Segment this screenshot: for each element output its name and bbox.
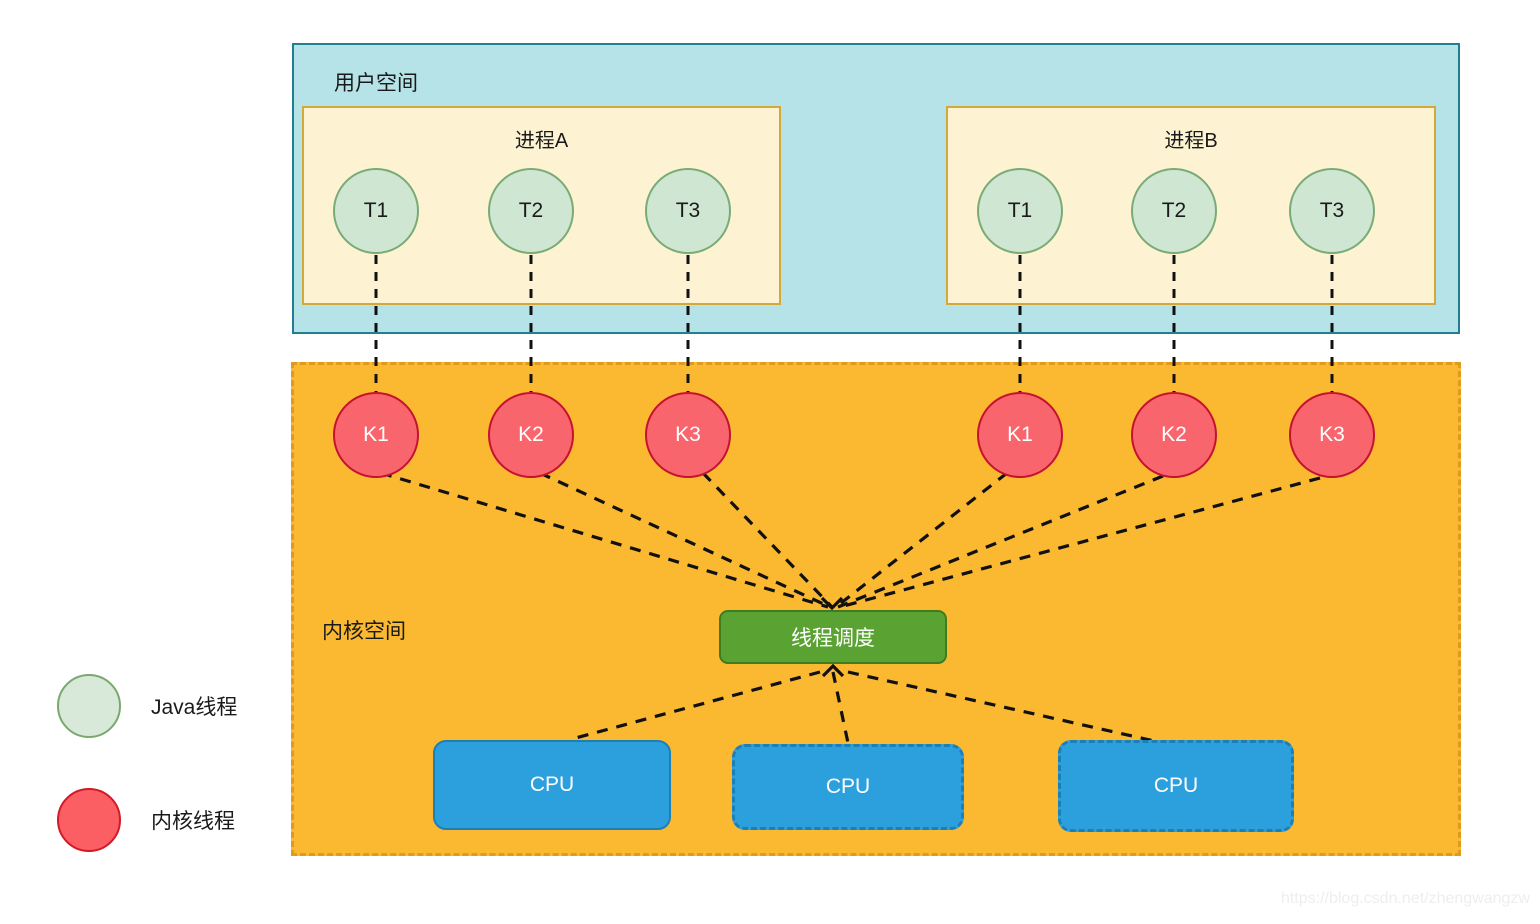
watermark-text: https://blog.csdn.net/zhengwangzw — [1280, 890, 1530, 907]
kernel-thread-a-k1[interactable]: K1 — [333, 392, 419, 478]
cpu-box-3[interactable]: CPU — [1058, 740, 1294, 832]
kernel-thread-swatch-icon — [57, 788, 121, 852]
cpu-box-2[interactable]: CPU — [732, 744, 964, 830]
legend-label-java-thread: Java线程 — [151, 696, 238, 719]
kernel-space-label: 内核空间 — [322, 620, 406, 643]
java-thread-b-t2[interactable]: T2 — [1131, 168, 1217, 254]
legend-item-java-thread: Java线程 — [57, 674, 237, 738]
java-thread-a-t2[interactable]: T2 — [488, 168, 574, 254]
cpu-box-1[interactable]: CPU — [433, 740, 671, 830]
java-thread-b-t1[interactable]: T1 — [977, 168, 1063, 254]
user-space-label: 用户空间 — [334, 72, 418, 95]
legend-item-kernel-thread: 内核线程 — [57, 788, 235, 852]
thread-scheduler-box[interactable]: 线程调度 — [719, 610, 947, 664]
java-thread-a-t3[interactable]: T3 — [645, 168, 731, 254]
kernel-thread-b-k3[interactable]: K3 — [1289, 392, 1375, 478]
java-thread-swatch-icon — [57, 674, 121, 738]
process-a-title: 进程A — [514, 130, 569, 152]
java-thread-b-t3[interactable]: T3 — [1289, 168, 1375, 254]
process-b-title: 进程B — [1164, 130, 1218, 152]
java-thread-a-t1[interactable]: T1 — [333, 168, 419, 254]
kernel-thread-b-k2[interactable]: K2 — [1131, 392, 1217, 478]
kernel-thread-a-k2[interactable]: K2 — [488, 392, 574, 478]
kernel-thread-a-k3[interactable]: K3 — [645, 392, 731, 478]
diagram-canvas: 用户空间 进程A 进程B T1 T2 T3 T1 T2 T3 内核空间 K1 K… — [0, 0, 1540, 924]
legend-label-kernel-thread: 内核线程 — [151, 810, 235, 833]
kernel-thread-b-k1[interactable]: K1 — [977, 392, 1063, 478]
